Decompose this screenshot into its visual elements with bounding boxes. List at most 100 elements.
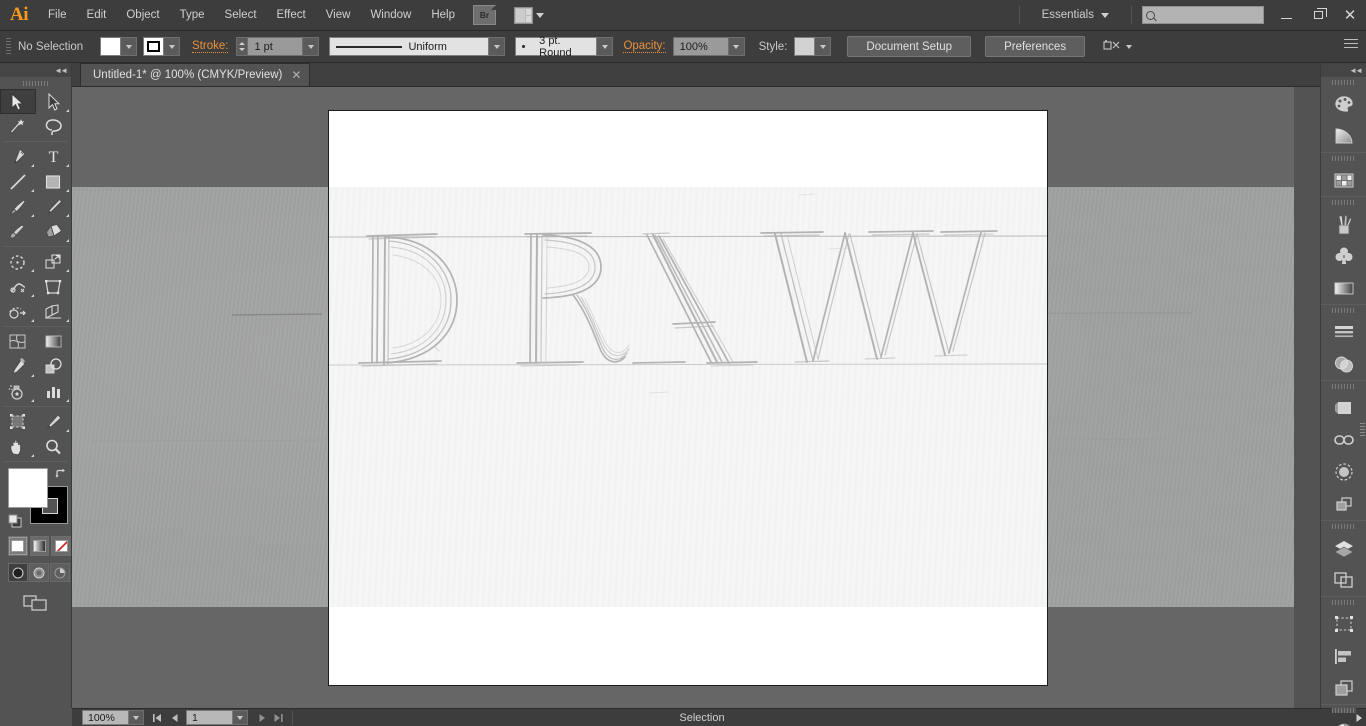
mesh-tool[interactable] bbox=[0, 329, 36, 354]
stroke-color-dropdown[interactable] bbox=[164, 37, 180, 56]
pen-tool[interactable] bbox=[0, 144, 36, 169]
document-setup-button[interactable]: Document Setup bbox=[847, 36, 972, 57]
pencil-tool[interactable] bbox=[36, 194, 72, 219]
stroke-weight-dropdown[interactable] bbox=[303, 37, 320, 56]
artboard-number-input[interactable]: 1 bbox=[186, 710, 233, 725]
transform-panel-icon[interactable] bbox=[1321, 608, 1366, 640]
line-segment-tool[interactable] bbox=[0, 169, 36, 194]
gradient-mode-button[interactable] bbox=[29, 536, 50, 556]
slice-tool[interactable] bbox=[36, 409, 72, 434]
maximize-button[interactable] bbox=[1302, 0, 1334, 31]
layers-panel-icon[interactable] bbox=[1321, 532, 1366, 564]
graphic-style-swatch[interactable] bbox=[794, 37, 816, 56]
menu-effect[interactable]: Effect bbox=[267, 0, 316, 31]
opacity-dropdown[interactable] bbox=[728, 37, 745, 56]
artboard-number-dropdown[interactable] bbox=[233, 710, 248, 725]
free-transform-tool[interactable] bbox=[36, 274, 72, 299]
blob-brush-tool[interactable] bbox=[0, 219, 36, 244]
change-screen-mode-button[interactable] bbox=[0, 592, 71, 612]
dock-header[interactable]: ◄◄ bbox=[1321, 63, 1366, 77]
dock-scroll-grip[interactable] bbox=[1360, 423, 1365, 437]
next-artboard-button[interactable] bbox=[254, 710, 269, 725]
menu-help[interactable]: Help bbox=[421, 0, 465, 31]
direct-selection-tool[interactable] bbox=[36, 89, 72, 114]
menu-view[interactable]: View bbox=[316, 0, 361, 31]
menu-file[interactable]: File bbox=[38, 0, 77, 31]
dock-group-grip[interactable] bbox=[1321, 597, 1366, 608]
align-to-selection-button[interactable] bbox=[1103, 39, 1133, 54]
graphic-styles-panel-icon[interactable] bbox=[1321, 392, 1366, 424]
width-tool[interactable] bbox=[0, 274, 36, 299]
document-tab[interactable]: Untitled-1* @ 100% (CMYK/Preview) ✕ bbox=[80, 63, 311, 86]
previous-artboard-button[interactable] bbox=[167, 710, 182, 725]
tools-panel-grip[interactable] bbox=[0, 77, 71, 89]
preferences-button[interactable]: Preferences bbox=[985, 36, 1086, 57]
menu-select[interactable]: Select bbox=[215, 0, 267, 31]
eraser-tool[interactable] bbox=[36, 219, 72, 244]
workspace-switcher[interactable]: Essentials bbox=[1030, 9, 1121, 21]
dock-group-grip[interactable] bbox=[1321, 381, 1366, 392]
dock-group-grip[interactable] bbox=[1321, 197, 1366, 208]
minimize-button[interactable] bbox=[1270, 0, 1302, 31]
menu-type[interactable]: Type bbox=[170, 0, 215, 31]
none-mode-button[interactable] bbox=[51, 536, 72, 556]
stroke-weight-stepper[interactable] bbox=[236, 37, 248, 56]
lasso-tool[interactable] bbox=[36, 114, 72, 139]
shape-builder-tool[interactable] bbox=[0, 299, 36, 324]
control-bar-grip[interactable] bbox=[6, 37, 11, 56]
tools-panel-header[interactable]: ◄◄ bbox=[0, 63, 71, 77]
artboards-panel-icon[interactable] bbox=[1321, 564, 1366, 596]
bridge-icon[interactable]: Br bbox=[473, 5, 496, 25]
arrange-documents-button[interactable] bbox=[514, 6, 544, 24]
fill-color-dropdown[interactable] bbox=[121, 37, 137, 56]
opacity-input[interactable]: 100% bbox=[672, 37, 729, 56]
selection-tool[interactable] bbox=[0, 89, 36, 114]
draw-behind-button[interactable] bbox=[29, 563, 49, 582]
scale-tool[interactable] bbox=[36, 249, 72, 274]
stroke-profile-select[interactable]: Uniform bbox=[329, 37, 490, 56]
magic-wand-tool[interactable] bbox=[0, 114, 36, 139]
hand-tool[interactable] bbox=[0, 434, 36, 459]
search-box[interactable] bbox=[1142, 6, 1264, 24]
brush-definition-select[interactable]: 3 pt. Round bbox=[515, 35, 598, 59]
stroke-color-swatch[interactable] bbox=[143, 37, 164, 56]
dock-group-grip[interactable] bbox=[1321, 153, 1366, 164]
stroke-profile-dropdown[interactable] bbox=[489, 37, 506, 56]
collapse-toolbar-icon[interactable]: ◄◄ bbox=[54, 66, 68, 75]
color-panel-icon[interactable] bbox=[1321, 88, 1366, 120]
zoom-level-dropdown[interactable] bbox=[129, 710, 144, 725]
color-mode-button[interactable] bbox=[8, 536, 28, 556]
zoom-level-input[interactable]: 100% bbox=[82, 710, 129, 725]
dock-group-grip[interactable] bbox=[1321, 705, 1366, 716]
rotate-tool[interactable] bbox=[0, 249, 36, 274]
transparency-panel-icon[interactable] bbox=[1321, 348, 1366, 380]
gradient-panel-icon[interactable] bbox=[1321, 272, 1366, 304]
swap-fill-stroke-icon[interactable] bbox=[55, 468, 67, 480]
brush-definition-dropdown[interactable] bbox=[597, 37, 614, 56]
draw-inside-button[interactable] bbox=[50, 563, 70, 582]
dock-group-grip[interactable] bbox=[1321, 305, 1366, 316]
canvas-area[interactable] bbox=[72, 87, 1294, 708]
appearance-panel-icon[interactable] bbox=[1321, 456, 1366, 488]
draw-normal-button[interactable] bbox=[8, 563, 28, 582]
fill-color-swatch[interactable] bbox=[100, 37, 121, 56]
last-artboard-button[interactable] bbox=[271, 710, 286, 725]
gradient-tool[interactable] bbox=[36, 329, 72, 354]
menu-edit[interactable]: Edit bbox=[77, 0, 117, 31]
align-panel-icon[interactable] bbox=[1321, 640, 1366, 672]
close-button[interactable]: ✕ bbox=[1334, 0, 1366, 31]
artboard-tool[interactable] bbox=[0, 409, 36, 434]
separations-preview-panel-icon[interactable] bbox=[1321, 716, 1366, 726]
navigator-panel-icon[interactable] bbox=[1321, 672, 1366, 704]
menu-window[interactable]: Window bbox=[360, 0, 421, 31]
dock-group-grip[interactable] bbox=[1321, 77, 1366, 88]
status-text[interactable]: Selection bbox=[299, 712, 1345, 724]
symbol-sprayer-tool[interactable] bbox=[0, 379, 36, 404]
perspective-grid-tool[interactable] bbox=[36, 299, 72, 324]
color-guide-panel-icon[interactable] bbox=[1321, 120, 1366, 152]
control-panel-menu-button[interactable] bbox=[1344, 39, 1358, 53]
type-tool[interactable]: T bbox=[36, 144, 72, 169]
stroke-weight-label[interactable]: Stroke: bbox=[192, 40, 229, 53]
dock-group-grip[interactable] bbox=[1321, 521, 1366, 532]
default-fill-stroke-icon[interactable] bbox=[8, 514, 23, 528]
